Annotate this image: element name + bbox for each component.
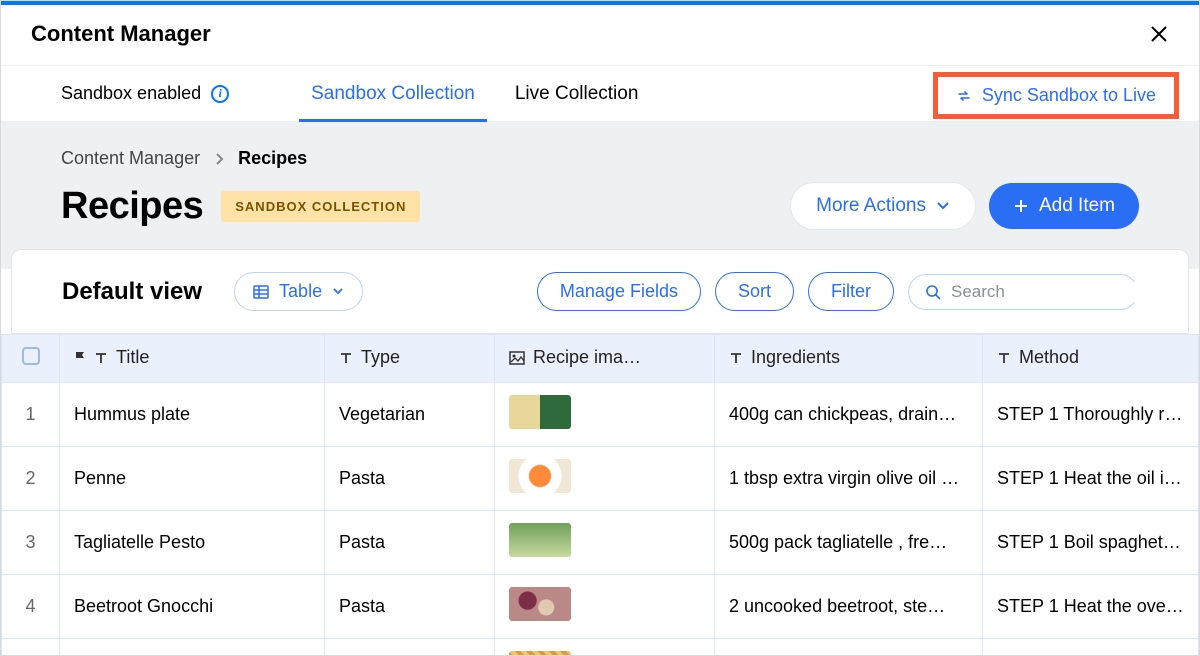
page-header-area: Content Manager Recipes Recipes SANDBOX … — [1, 122, 1199, 269]
search-input[interactable] — [951, 282, 1172, 302]
text-icon — [94, 351, 108, 365]
table-icon — [253, 285, 269, 299]
breadcrumb-root[interactable]: Content Manager — [61, 148, 200, 169]
header-bar: Content Manager — [1, 5, 1199, 66]
table-row[interactable]: 1Hummus plateVegetarian 400g can chickpea… — [2, 383, 1199, 447]
tabs-row: Sandbox enabled i Sandbox Collection Liv… — [1, 66, 1199, 122]
view-toolbar: Default view Table Manage Fields Sort Fi… — [11, 249, 1189, 334]
more-actions-label: More Actions — [816, 195, 926, 217]
cell-image — [495, 383, 715, 447]
col-header-checkbox[interactable] — [2, 335, 60, 383]
table-row[interactable]: 5Spaghetti BolognesePasta 1 tbsp olive oi… — [2, 639, 1199, 656]
cell-image — [495, 447, 715, 511]
add-item-label: Add Item — [1039, 195, 1115, 217]
col-header-image[interactable]: Recipe ima… — [495, 335, 715, 383]
recipe-thumbnail — [509, 395, 571, 429]
sync-sandbox-button[interactable]: Sync Sandbox to Live — [933, 72, 1179, 119]
cell-method: STEP 1 Heat the oil in a f — [983, 447, 1199, 511]
cell-method: STEP 1 Thoroughly rinse — [983, 383, 1199, 447]
breadcrumb: Content Manager Recipes — [61, 148, 1139, 169]
recipe-thumbnail — [509, 523, 571, 557]
chevron-right-icon — [214, 152, 224, 166]
add-item-button[interactable]: Add Item — [989, 183, 1139, 229]
row-index: 5 — [2, 639, 60, 656]
cell-method: STEP 1 Heat the oven to — [983, 575, 1199, 639]
row-index: 1 — [2, 383, 60, 447]
cell-image — [495, 511, 715, 575]
collection-badge: SANDBOX COLLECTION — [221, 191, 420, 222]
cell-ingredients: 1 tbsp olive oil 4 rashers s… — [715, 639, 983, 656]
close-button[interactable] — [1149, 24, 1169, 44]
text-icon — [729, 351, 743, 365]
cell-type: Pasta — [325, 639, 495, 656]
tab-sandbox-collection[interactable]: Sandbox Collection — [299, 67, 487, 121]
cell-ingredients: 400g can chickpeas, drain… — [715, 383, 983, 447]
cell-type: Pasta — [325, 575, 495, 639]
cell-type: Pasta — [325, 447, 495, 511]
info-icon[interactable]: i — [211, 85, 229, 103]
sandbox-status: Sandbox enabled i — [61, 83, 229, 104]
text-icon — [997, 351, 1011, 365]
recipe-thumbnail — [509, 459, 571, 493]
row-index: 2 — [2, 447, 60, 511]
row-index: 3 — [2, 511, 60, 575]
header-title: Content Manager — [31, 21, 211, 47]
table-row[interactable]: 4Beetroot GnocchiPasta 2 uncooked beetroo… — [2, 575, 1199, 639]
cell-type: Pasta — [325, 511, 495, 575]
col-type-label: Type — [361, 347, 400, 368]
col-ingredients-label: Ingredients — [751, 347, 840, 368]
cell-type: Vegetarian — [325, 383, 495, 447]
page-title: Recipes — [61, 185, 203, 228]
cell-method: STEP 1 Boil spaghetti in a — [983, 511, 1199, 575]
cell-title: Hummus plate — [60, 383, 325, 447]
tab-live-collection[interactable]: Live Collection — [503, 67, 651, 121]
breadcrumb-current: Recipes — [238, 148, 307, 169]
cell-ingredients: 2 uncooked beetroot, ste… — [715, 575, 983, 639]
image-icon — [509, 351, 525, 365]
sandbox-status-label: Sandbox enabled — [61, 83, 201, 104]
more-actions-button[interactable]: More Actions — [791, 183, 975, 229]
flag-icon — [74, 351, 86, 365]
cell-image — [495, 575, 715, 639]
col-header-method[interactable]: Method — [983, 335, 1199, 383]
data-table: Title Type Recipe ima… — [1, 334, 1199, 656]
chevron-down-icon — [332, 287, 344, 296]
recipe-thumbnail — [509, 587, 571, 621]
col-image-label: Recipe ima… — [533, 347, 641, 368]
col-title-label: Title — [116, 347, 149, 368]
row-index: 4 — [2, 575, 60, 639]
table-row[interactable]: 3Tagliatelle PestoPasta 500g pack tagliat… — [2, 511, 1199, 575]
sort-button[interactable]: Sort — [715, 272, 794, 311]
checkbox-icon — [22, 347, 40, 365]
cell-image — [495, 639, 715, 656]
cell-title: Penne — [60, 447, 325, 511]
sync-icon — [956, 88, 972, 104]
search-icon — [925, 284, 941, 300]
cell-ingredients: 1 tbsp extra virgin olive oil … — [715, 447, 983, 511]
manage-fields-button[interactable]: Manage Fields — [537, 272, 701, 311]
cell-method: STEP 1 Put a large sauce — [983, 639, 1199, 656]
col-method-label: Method — [1019, 347, 1079, 368]
cell-title: Spaghetti Bolognese — [60, 639, 325, 656]
search-field[interactable] — [908, 274, 1138, 310]
cell-title: Beetroot Gnocchi — [60, 575, 325, 639]
text-icon — [339, 351, 353, 365]
view-mode-selector[interactable]: Table — [234, 272, 363, 311]
col-header-ingredients[interactable]: Ingredients — [715, 335, 983, 383]
col-header-type[interactable]: Type — [325, 335, 495, 383]
cell-ingredients: 500g pack tagliatelle , fre… — [715, 511, 983, 575]
chevron-down-icon — [936, 201, 950, 211]
plus-icon — [1013, 198, 1029, 214]
col-header-title[interactable]: Title — [60, 335, 325, 383]
sync-label: Sync Sandbox to Live — [982, 85, 1156, 106]
table-row[interactable]: 2PennePasta 1 tbsp extra virgin olive oil… — [2, 447, 1199, 511]
recipe-thumbnail — [509, 651, 571, 656]
close-icon — [1149, 24, 1169, 44]
cell-title: Tagliatelle Pesto — [60, 511, 325, 575]
view-name: Default view — [62, 278, 202, 306]
filter-button[interactable]: Filter — [808, 272, 894, 311]
view-mode-label: Table — [279, 281, 322, 302]
